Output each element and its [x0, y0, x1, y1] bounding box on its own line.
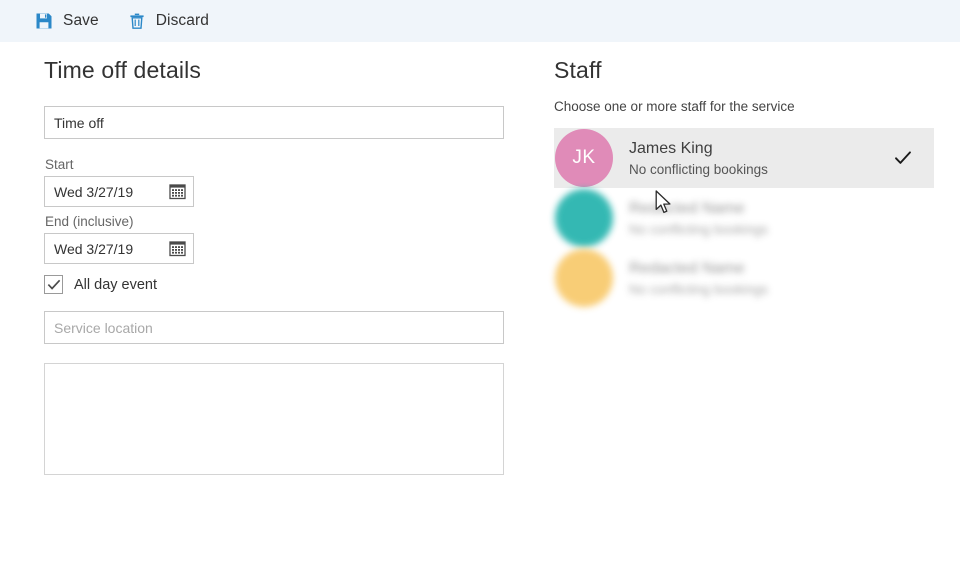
avatar [555, 249, 613, 307]
service-location-placeholder: Service location [54, 319, 153, 336]
staff-heading: Staff [554, 57, 602, 83]
save-button-label: Save [63, 12, 99, 29]
staff-list-item[interactable]: Redacted Name No conflicting bookings [554, 248, 934, 308]
start-date-value: Wed 3/27/19 [54, 183, 134, 200]
staff-item-text: James King No conflicting bookings [629, 138, 892, 179]
command-bar: Save Discard [0, 0, 960, 42]
all-day-event-checkbox[interactable] [44, 275, 63, 294]
staff-name: Redacted Name [629, 259, 745, 277]
staff-subtitle: Choose one or more staff for the service [554, 99, 795, 114]
title-input[interactable]: Time off [44, 106, 504, 139]
staff-list-item[interactable]: Redacted Name No conflicting bookings [554, 188, 934, 248]
staff-name: James King [629, 139, 713, 157]
staff-panel: Staff Choose one or more staff for the s… [554, 56, 936, 308]
avatar: JK [555, 129, 613, 187]
staff-selected-checkmark-icon [892, 149, 914, 167]
save-button[interactable]: Save [20, 0, 113, 42]
staff-item-text: Redacted Name No conflicting bookings [629, 258, 892, 299]
trash-icon [127, 11, 147, 31]
staff-item-text: Redacted Name No conflicting bookings [629, 198, 892, 239]
all-day-event-row[interactable]: All day event [44, 275, 514, 294]
notes-textarea[interactable] [44, 363, 504, 475]
checkmark-icon [47, 279, 60, 290]
calendar-icon[interactable] [169, 183, 186, 200]
staff-status: No conflicting bookings [629, 221, 768, 237]
end-date-label: End (inclusive) [45, 214, 134, 229]
staff-list: JK James King No conflicting bookings Re… [554, 128, 934, 308]
all-day-event-label: All day event [74, 276, 158, 293]
start-date-label: Start [45, 157, 74, 172]
end-date-input[interactable]: Wed 3/27/19 [44, 233, 194, 264]
staff-name: Redacted Name [629, 199, 745, 217]
staff-list-item[interactable]: JK James King No conflicting bookings [554, 128, 934, 188]
save-icon [34, 11, 54, 31]
avatar [555, 189, 613, 247]
calendar-icon[interactable] [169, 240, 186, 257]
title-input-value: Time off [54, 114, 104, 131]
staff-status: No conflicting bookings [629, 161, 768, 177]
page-title: Time off details [44, 57, 202, 83]
start-date-input[interactable]: Wed 3/27/19 [44, 176, 194, 207]
time-off-details-panel: Time off details Time off Start Wed 3/27… [44, 56, 514, 475]
staff-status: No conflicting bookings [629, 281, 768, 297]
avatar-initials: JK [572, 147, 596, 168]
discard-button-label: Discard [155, 12, 209, 29]
time-off-editor-page: Save Discard Time off details Time off S… [0, 0, 960, 571]
discard-button[interactable]: Discard [113, 0, 223, 42]
service-location-input[interactable]: Service location [44, 311, 504, 344]
end-date-value: Wed 3/27/19 [54, 240, 134, 257]
